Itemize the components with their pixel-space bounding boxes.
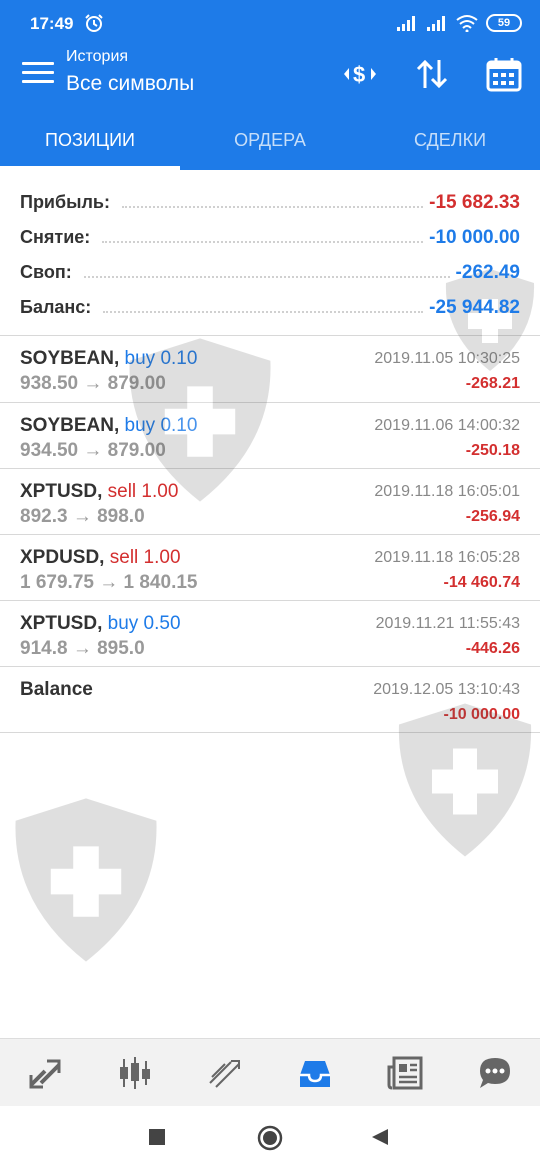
trade-prices: 934.50 → 879.00 — [20, 440, 166, 461]
trade-side: buy 0.50 — [107, 613, 181, 634]
summary-label: Баланс: — [20, 297, 98, 318]
trade-profit: -268.21 — [465, 375, 520, 392]
quotes-icon — [29, 1059, 61, 1088]
nav-quotes[interactable] — [0, 1039, 90, 1106]
trade-row[interactable]: XPTUSD, buy 0.50 914.8 → 895.0 2019.11.2… — [0, 601, 540, 667]
trade-profit: -256.94 — [465, 508, 520, 525]
trade-side: buy 0.10 — [124, 415, 198, 436]
app-header: 17:49 59 История Все символы $ ПОЗИЦИИ О… — [0, 0, 540, 170]
trade-symbol: XPDUSD, — [20, 547, 105, 568]
tab-positions[interactable]: ПОЗИЦИИ — [0, 110, 180, 170]
trade-side: buy 0.10 — [124, 348, 198, 369]
trade-prices: 1 679.75 → 1 840.15 — [20, 572, 198, 593]
chart-icon — [120, 1056, 150, 1089]
trade-profit: -250.18 — [465, 442, 520, 459]
trade-symbol: XPTUSD, — [20, 481, 103, 502]
trade-date: 2019.11.05 10:30:25 — [374, 350, 520, 367]
summary-label: Снятие: — [20, 227, 97, 248]
trade-date: 2019.11.06 14:00:32 — [374, 417, 520, 434]
news-icon — [387, 1056, 423, 1089]
summary-value: -10 000.00 — [429, 226, 520, 248]
trade-icon — [209, 1059, 240, 1088]
summary-label: Своп: — [20, 262, 78, 283]
trade-symbol: Balance — [20, 679, 93, 700]
wifi-icon — [456, 15, 478, 32]
status-bar: 17:49 59 — [0, 0, 540, 48]
currency-exchange-icon[interactable]: $ — [340, 54, 380, 94]
page-subtitle: История — [66, 48, 129, 65]
trade-symbol: XPTUSD, — [20, 613, 103, 634]
summary-panel: Прибыль: -15 682.33 Снятие: -10 000.00 С… — [0, 185, 540, 325]
summary-value: -25 944.82 — [429, 296, 520, 318]
trade-prices: 914.8 → 895.0 — [20, 638, 145, 659]
trade-row-balance[interactable]: Balance 2019.12.05 13:10:43 -10 000.00 — [0, 667, 540, 733]
trade-side: sell 1.00 — [107, 481, 179, 502]
trade-prices: 892.3 → 898.0 — [20, 506, 145, 527]
svg-text:$: $ — [353, 62, 365, 87]
nav-chat[interactable] — [450, 1039, 540, 1106]
summary-row-profit: Прибыль: -15 682.33 — [0, 185, 540, 220]
nav-history[interactable] — [270, 1039, 360, 1106]
trade-row[interactable]: XPTUSD, sell 1.00 892.3 → 898.0 2019.11.… — [0, 469, 540, 535]
chat-icon — [480, 1057, 510, 1088]
summary-label: Прибыль: — [20, 192, 116, 213]
trade-prices: 938.50 → 879.00 — [20, 373, 166, 394]
trade-date: 2019.11.21 11:55:43 — [375, 615, 520, 632]
trade-profit: -446.26 — [465, 640, 520, 657]
system-nav-bar — [0, 1106, 540, 1170]
trade-row[interactable]: SOYBEAN, buy 0.10 938.50 → 879.00 2019.1… — [0, 336, 540, 402]
nav-news[interactable] — [360, 1039, 450, 1106]
summary-value: -262.49 — [455, 261, 520, 283]
trade-symbol: SOYBEAN, — [20, 348, 120, 369]
recents-button[interactable] — [148, 1128, 166, 1146]
summary-row-swap: Своп: -262.49 — [0, 255, 540, 290]
trade-profit: -10 000.00 — [443, 706, 520, 723]
header-titles: История Все символы — [66, 48, 194, 96]
nav-chart[interactable] — [90, 1039, 180, 1106]
bottom-nav — [0, 1038, 540, 1106]
calendar-icon[interactable] — [484, 54, 524, 94]
trade-profit: -14 460.74 — [443, 574, 520, 591]
trade-date: 2019.11.18 16:05:01 — [374, 483, 520, 500]
signal-icon — [397, 16, 415, 31]
home-button[interactable] — [257, 1125, 283, 1151]
trade-date: 2019.11.18 16:05:28 — [374, 549, 520, 566]
nav-trade[interactable] — [180, 1039, 270, 1106]
tab-bar: ПОЗИЦИИ ОРДЕРА СДЕЛКИ — [0, 110, 540, 170]
tab-orders[interactable]: ОРДЕРА — [180, 110, 360, 170]
page-title[interactable]: Все символы — [66, 72, 194, 96]
trade-row[interactable]: XPDUSD, sell 1.00 1 679.75 → 1 840.15 20… — [0, 535, 540, 601]
trade-symbol: SOYBEAN, — [20, 415, 120, 436]
trade-side: sell 1.00 — [109, 547, 181, 568]
watermark-shield-icon — [15, 798, 157, 962]
history-icon — [300, 1060, 330, 1087]
menu-button[interactable] — [22, 62, 54, 86]
divider — [0, 732, 540, 733]
status-time: 17:49 — [30, 14, 74, 33]
battery-icon: 59 — [486, 14, 522, 32]
summary-row-balance: Баланс: -25 944.82 — [0, 290, 540, 325]
summary-value: -15 682.33 — [429, 191, 520, 213]
sort-icon[interactable] — [412, 54, 452, 94]
trade-date: 2019.12.05 13:10:43 — [373, 681, 520, 698]
trade-row[interactable]: SOYBEAN, buy 0.10 934.50 → 879.00 2019.1… — [0, 403, 540, 469]
back-button[interactable] — [370, 1127, 390, 1147]
tab-deals[interactable]: СДЕЛКИ — [360, 110, 540, 170]
alarm-icon — [85, 14, 103, 32]
summary-row-withdrawal: Снятие: -10 000.00 — [0, 220, 540, 255]
signal-icon — [427, 16, 445, 31]
